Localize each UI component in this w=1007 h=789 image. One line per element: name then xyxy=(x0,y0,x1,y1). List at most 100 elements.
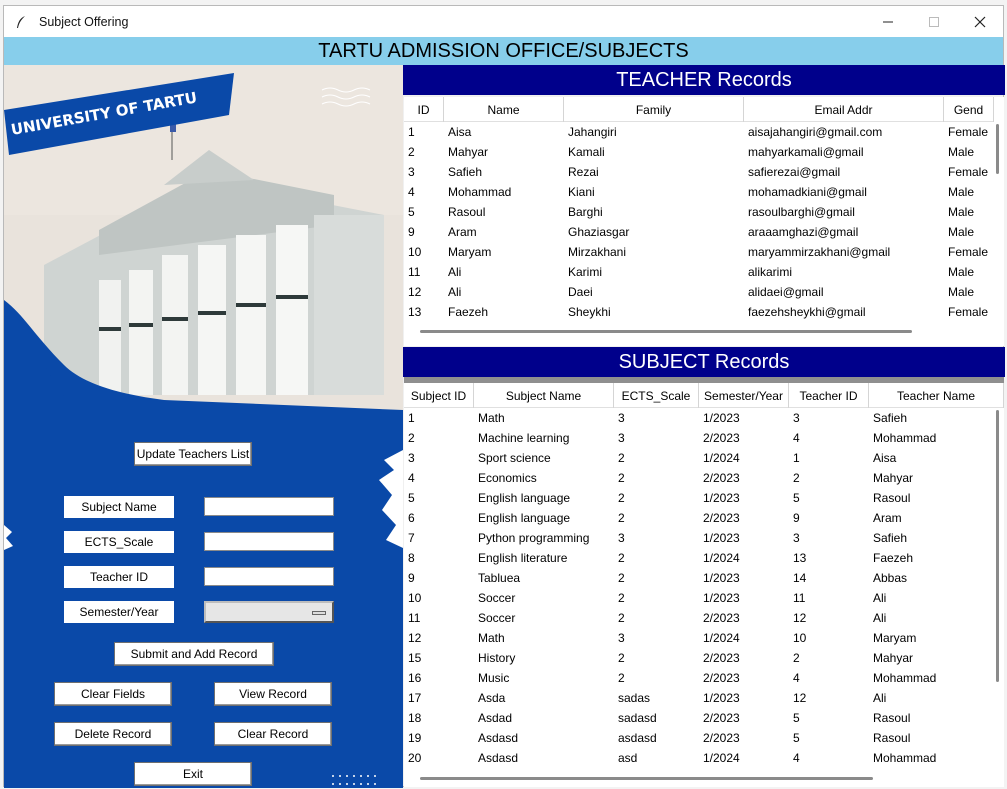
clear-record-button[interactable]: Clear Record xyxy=(214,722,332,746)
subject-table-row[interactable]: 7 Python programming 3 1/2023 3 Safieh xyxy=(404,528,1004,548)
subject-horizontal-scrollbar[interactable] xyxy=(404,769,1004,787)
subject-table-row[interactable]: 16 Music 2 2/2023 4 Mohammad xyxy=(404,668,1004,688)
teacher-table-cell: Rasoul xyxy=(448,205,486,219)
teacher-table-row[interactable]: 4 Mohammad Kiani mohamadkiani@gmail Male xyxy=(404,182,994,202)
subject-column-header[interactable]: Teacher ID xyxy=(789,383,869,408)
subject-table-row[interactable]: 4 Economics 2 2/2023 2 Mahyar xyxy=(404,468,1004,488)
teacher-column-header[interactable]: Gend xyxy=(944,97,994,122)
teacher-table-cell: Female xyxy=(948,165,989,179)
subject-table-cell: 1/2023 xyxy=(703,571,740,585)
subject-table-cell: sadas xyxy=(618,691,651,705)
subject-column-header[interactable]: ECTS_Scale xyxy=(614,383,699,408)
subject-table-cell: Python programming xyxy=(478,531,590,545)
subject-table-row[interactable]: 18 Asdad sadasd 2/2023 5 Rasoul xyxy=(404,708,1004,728)
teacher-table-row[interactable]: 1 Aisa Jahangiri aisajahangiri@gmail.com Fem… xyxy=(404,122,994,142)
subject-table-row[interactable]: 8 English literature 2 1/2024 13 Faezeh xyxy=(404,548,1004,568)
subject-table-cell: 2 xyxy=(618,511,625,525)
teacher-table-row[interactable]: 10 Maryam Mirzakhani maryammirzakhani@gmail… xyxy=(404,242,994,262)
subject-table-cell: 3 xyxy=(618,631,625,645)
subject-column-header[interactable]: Subject ID xyxy=(404,383,474,408)
teacher-table-body: 1 Aisa Jahangiri aisajahangiri@gmail.com Fem… xyxy=(404,122,994,322)
subject-table-row[interactable]: 3 Sport science 2 1/2024 1 Aisa xyxy=(404,448,1004,468)
teacher-table-cell: Male xyxy=(948,205,975,219)
subject-table-cell: 4 xyxy=(793,751,800,765)
subject-column-header[interactable]: Subject Name xyxy=(474,383,614,408)
semester-year-select[interactable] xyxy=(204,601,334,623)
subject-table-row[interactable]: 6 English language 2 2/2023 9 Aram xyxy=(404,508,1004,528)
subject-table-cell: 1/2024 xyxy=(703,551,740,565)
teacher-table-cell: safierezai@gmail xyxy=(748,165,841,179)
update-teachers-button[interactable]: Update Teachers List xyxy=(134,442,252,466)
teacher-table-cell: mohamadkiani@gmail xyxy=(748,185,867,199)
subject-table-cell: 11 xyxy=(793,591,806,605)
subject-table-row[interactable]: 10 Soccer 2 1/2023 11 Ali xyxy=(404,588,1004,608)
ects-scale-input[interactable] xyxy=(204,532,334,551)
subject-table-row[interactable]: 9 Tabluea 2 1/2023 14 Abbas xyxy=(404,568,1004,588)
subject-hscroll-thumb[interactable] xyxy=(420,777,873,780)
subject-table-row[interactable]: 12 Math 3 1/2024 10 Maryam xyxy=(404,628,1004,648)
subject-table-cell: 2/2023 xyxy=(703,671,740,685)
subject-table-cell: Music xyxy=(478,671,510,685)
teacher-table-cell: Daei xyxy=(568,285,593,299)
teacher-table-cell: Rezai xyxy=(568,165,599,179)
teacher-table-row[interactable]: 2 Mahyar Kamali mahyarkamali@gmail Male xyxy=(404,142,994,162)
subject-table-row[interactable]: 5 English language 2 1/2023 5 Rasoul xyxy=(404,488,1004,508)
teacher-horizontal-scrollbar[interactable] xyxy=(404,324,1004,346)
subject-table-row[interactable]: 17 Asda sadas 1/2023 12 Ali xyxy=(404,688,1004,708)
subject-table-cell: 1 xyxy=(793,451,800,465)
subject-name-input[interactable] xyxy=(204,497,334,516)
view-record-button[interactable]: View Record xyxy=(214,682,332,706)
teacher-table-row[interactable]: 11 Ali Karimi alikarimi Male xyxy=(404,262,994,282)
delete-record-button[interactable]: Delete Record xyxy=(54,722,172,746)
clear-fields-button[interactable]: Clear Fields xyxy=(54,682,172,706)
teacher-table-row[interactable]: 3 Safieh Rezai safierezai@gmail Female xyxy=(404,162,994,182)
subject-column-header[interactable]: Semester/Year xyxy=(699,383,789,408)
subject-column-header[interactable]: Teacher Name xyxy=(869,383,1004,408)
teacher-table-cell: aisajahangiri@gmail.com xyxy=(748,125,883,139)
teacher-table-row[interactable]: 13 Faezeh Sheykhi faezehsheykhi@gmail Female xyxy=(404,302,994,322)
teacher-vertical-scrollbar[interactable] xyxy=(994,122,1002,302)
teacher-table-cell: Ali xyxy=(448,285,462,299)
teacher-table-row[interactable]: 5 Rasoul Barghi rasoulbarghi@gmail Male xyxy=(404,202,994,222)
subject-table-row[interactable]: 20 Asdasd asd 1/2024 4 Mohammad xyxy=(404,748,1004,768)
maximize-button[interactable] xyxy=(911,6,957,37)
subject-table[interactable]: Subject ID Subject Name ECTS_Scale Semester… xyxy=(404,383,1004,769)
teacher-table-cell: Kiani xyxy=(568,185,595,199)
subject-table-cell: Mohammad xyxy=(873,751,937,765)
teacher-column-header[interactable]: ID xyxy=(404,97,444,122)
subject-table-cell: Maryam xyxy=(873,631,917,645)
teacher-table[interactable]: ID Name Family Email Addr Gend 1 Aisa Jahangir… xyxy=(404,97,1004,324)
teacher-table-cell: araaamghazi@gmail xyxy=(748,225,859,239)
teacher-table-row[interactable]: 9 Aram Ghaziasgar araaamghazi@gmail Male xyxy=(404,222,994,242)
teacher-column-header[interactable]: Name xyxy=(444,97,564,122)
subject-table-row[interactable]: 11 Soccer 2 2/2023 12 Ali xyxy=(404,608,1004,628)
teacher-column-header[interactable]: Email Addr xyxy=(744,97,944,122)
subject-table-cell: 9 xyxy=(793,511,800,525)
subject-table-cell: Asdasd xyxy=(478,751,519,765)
close-button[interactable] xyxy=(957,6,1003,37)
teacher-table-cell: 11 xyxy=(408,265,421,279)
teacher-table-cell: 5 xyxy=(408,205,415,219)
ects-scale-label: ECTS_Scale xyxy=(64,531,174,553)
subject-vertical-scrollbar[interactable] xyxy=(994,408,1002,768)
teacher-table-header: ID Name Family Email Addr Gend xyxy=(404,97,994,122)
subject-table-cell: 18 xyxy=(408,711,422,725)
teacher-table-cell: Kamali xyxy=(568,145,605,159)
subject-table-cell: 5 xyxy=(793,711,800,725)
subject-table-row[interactable]: 1 Math 3 1/2023 3 Safieh xyxy=(404,408,1004,428)
teacher-vscroll-thumb[interactable] xyxy=(996,124,999,174)
subject-table-row[interactable]: 15 History 2 2/2023 2 Mahyar xyxy=(404,648,1004,668)
minimize-button[interactable] xyxy=(865,6,911,37)
teacher-table-row[interactable]: 12 Ali Daei alidaei@gmail Male xyxy=(404,282,994,302)
exit-button[interactable]: Exit xyxy=(134,762,252,786)
subject-table-cell: 2/2023 xyxy=(703,431,740,445)
teacher-id-input[interactable] xyxy=(204,567,334,586)
subject-table-row[interactable]: 2 Machine learning 3 2/2023 4 Mohammad xyxy=(404,428,1004,448)
teacher-column-header[interactable]: Family xyxy=(564,97,744,122)
subject-table-cell: 7 xyxy=(408,531,415,545)
subject-table-row[interactable]: 19 Asdasd asdasd 2/2023 5 Rasoul xyxy=(404,728,1004,748)
submit-add-record-button[interactable]: Submit and Add Record xyxy=(114,642,274,666)
subject-table-cell: Asda xyxy=(478,691,506,705)
teacher-hscroll-thumb-bar[interactable] xyxy=(420,330,912,333)
subject-vscroll-thumb[interactable] xyxy=(996,410,999,682)
